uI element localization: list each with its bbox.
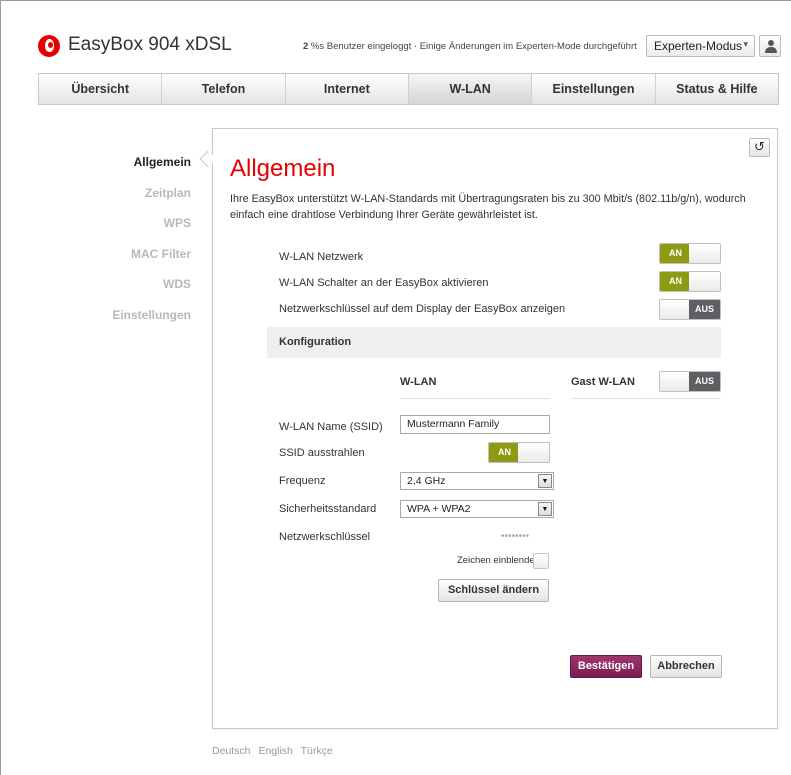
wlan-column-header: W-LAN bbox=[400, 376, 437, 388]
toggle-knob bbox=[518, 443, 549, 462]
mode-select[interactable]: Experten-Modus ▾ bbox=[646, 35, 755, 57]
frequency-value: 2,4 GHz bbox=[407, 475, 446, 487]
show-key-label: Netzwerkschlüssel auf dem Display der Ea… bbox=[279, 303, 566, 315]
sidenav-item-wps[interactable]: WPS bbox=[61, 216, 191, 247]
ssid-input[interactable]: Mustermann Family bbox=[400, 415, 550, 434]
language-link-deutsch[interactable]: Deutsch bbox=[212, 745, 251, 757]
wlan-switch-toggle[interactable]: AN bbox=[659, 271, 721, 292]
tab-wlan[interactable]: W-LAN bbox=[408, 74, 533, 104]
toggle-knob bbox=[689, 272, 720, 291]
security-standard-label: Sicherheitsstandard bbox=[279, 503, 377, 515]
app-title: EasyBox 904 xDSL bbox=[68, 34, 232, 55]
page-title: Allgemein bbox=[230, 155, 336, 182]
wlan-network-toggle[interactable]: AN bbox=[659, 243, 721, 264]
dropdown-arrow-icon: ▼ bbox=[538, 474, 552, 488]
network-key-label: Netzwerkschlüssel bbox=[279, 531, 371, 543]
show-characters-checkbox[interactable] bbox=[533, 553, 549, 569]
frequency-select[interactable]: 2,4 GHz ▼ bbox=[400, 472, 554, 490]
sidenav-item-mac-filter[interactable]: MAC Filter bbox=[61, 247, 191, 278]
toggle-state: AN bbox=[660, 272, 691, 291]
tab-internet[interactable]: Internet bbox=[286, 74, 409, 104]
sidenav-item-einstellungen[interactable]: Einstellungen bbox=[61, 308, 191, 339]
vodafone-logo-icon bbox=[38, 35, 60, 57]
reset-button[interactable]: ↺ bbox=[749, 138, 770, 157]
browser-frame: EasyBox 904 xDSL 2 %s Benutzer eingelogg… bbox=[0, 0, 791, 775]
sidenav-item-wds[interactable]: WDS bbox=[61, 277, 191, 308]
language-link-tuerkce[interactable]: Türkçe bbox=[301, 745, 333, 757]
tab-status-hilfe[interactable]: Status & Hilfe bbox=[656, 74, 778, 104]
network-key-value: •••••••• bbox=[501, 531, 530, 542]
toggle-knob bbox=[660, 372, 691, 391]
guest-wlan-column-header: Gast W-LAN bbox=[571, 376, 635, 388]
user-button[interactable] bbox=[759, 35, 781, 57]
language-links: Deutsch English Türkçe bbox=[212, 745, 338, 757]
main-tabs: Übersicht Telefon Internet W-LAN Einstel… bbox=[38, 73, 779, 105]
toggle-state: AN bbox=[660, 244, 691, 263]
toggle-state: AN bbox=[489, 443, 520, 462]
page-intro: Ihre EasyBox unterstützt W-LAN-Standards… bbox=[230, 193, 746, 221]
chevron-down-icon: ▾ bbox=[743, 39, 748, 49]
divider bbox=[400, 398, 550, 399]
sidenav-item-allgemein[interactable]: Allgemein bbox=[61, 155, 191, 186]
mode-select-value: Experten-Modus bbox=[654, 39, 743, 53]
security-standard-value: WPA + WPA2 bbox=[407, 503, 471, 515]
confirm-button[interactable]: Bestätigen bbox=[570, 655, 642, 678]
undo-icon: ↺ bbox=[754, 139, 765, 154]
ssid-label: W-LAN Name (SSID) bbox=[279, 421, 383, 433]
toggle-state: AUS bbox=[689, 372, 720, 391]
cancel-button[interactable]: Abbrechen bbox=[650, 655, 722, 678]
toggle-knob bbox=[689, 244, 720, 263]
ssid-broadcast-toggle[interactable]: AN bbox=[488, 442, 550, 463]
change-key-button[interactable]: Schlüssel ändern bbox=[438, 579, 549, 602]
wlan-network-label: W-LAN Netzwerk bbox=[279, 251, 364, 263]
frequency-label: Frequenz bbox=[279, 475, 326, 487]
user-icon bbox=[768, 40, 774, 46]
tab-uebersicht[interactable]: Übersicht bbox=[39, 74, 163, 104]
toggle-knob bbox=[660, 300, 691, 319]
sidenav-item-zeitplan[interactable]: Zeitplan bbox=[61, 186, 191, 217]
configuration-title: Konfiguration bbox=[279, 336, 352, 348]
language-link-english[interactable]: English bbox=[258, 745, 292, 757]
tab-einstellungen[interactable]: Einstellungen bbox=[532, 74, 656, 104]
configuration-section-header: Konfiguration bbox=[267, 327, 721, 358]
wlan-switch-label: W-LAN Schalter an der EasyBox aktivieren bbox=[279, 277, 489, 289]
tab-telefon[interactable]: Telefon bbox=[162, 74, 286, 104]
guest-wlan-toggle[interactable]: AUS bbox=[659, 371, 721, 392]
dropdown-arrow-icon: ▼ bbox=[538, 502, 552, 516]
ssid-broadcast-label: SSID ausstrahlen bbox=[279, 447, 365, 459]
divider bbox=[571, 398, 721, 399]
toggle-state: AUS bbox=[689, 300, 720, 319]
status-message: %s Benutzer eingeloggt · Einige Änderung… bbox=[308, 41, 637, 52]
side-navigation: Allgemein Zeitplan WPS MAC Filter WDS Ei… bbox=[61, 155, 191, 338]
user-icon-body bbox=[765, 47, 777, 53]
show-key-toggle[interactable]: AUS bbox=[659, 299, 721, 320]
login-status-text: 2 %s Benutzer eingeloggt · Einige Änderu… bbox=[303, 41, 637, 52]
show-characters-label: Zeichen einblenden bbox=[457, 555, 540, 566]
security-standard-select[interactable]: WPA + WPA2 ▼ bbox=[400, 500, 554, 518]
